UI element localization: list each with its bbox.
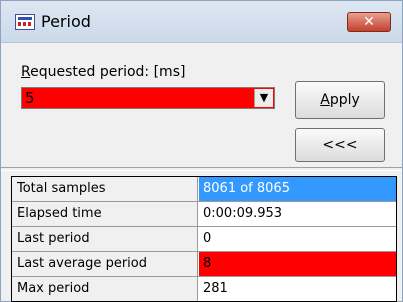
stat-value[interactable]: 8061 of 8065 [199,177,396,201]
apply-button[interactable]: Apply [295,81,385,119]
chevron-down-icon[interactable]: ▼ [254,89,273,107]
stat-label: Elapsed time [12,202,198,226]
separator [1,167,402,171]
period-dialog: Period ✕ Requested period: [ms] 5 ▼ Appl… [0,0,403,302]
requested-period-label-rest: equested period: [ms] [30,64,186,80]
stat-label: Last average period [12,252,198,276]
requested-period-label-mnemonic: R [21,64,31,80]
stats-row-last-average-period[interactable]: Last average period 8 [12,252,396,277]
stat-value[interactable]: 0:00:09.953 [199,202,396,226]
stats-grid: Total samples 8061 of 8065 Elapsed time … [11,176,397,302]
stat-value[interactable]: 0 [199,227,396,251]
apply-label-rest: pply [329,92,360,108]
stats-row-total-samples[interactable]: Total samples 8061 of 8065 [12,177,396,202]
stat-value[interactable]: 281 [199,277,396,301]
stats-row-max-period[interactable]: Max period 281 [12,277,396,301]
stat-label: Last period [12,227,198,251]
window-title: Period [41,12,91,31]
close-button[interactable]: ✕ [347,12,391,32]
stats-row-last-period[interactable]: Last period 0 [12,227,396,252]
apply-mnemonic: A [320,92,330,108]
requested-period-combobox[interactable]: 5 ▼ [21,87,275,109]
requested-period-label: Requested period: [ms] [21,64,185,80]
stats-row-elapsed-time[interactable]: Elapsed time 0:00:09.953 [12,202,396,227]
stat-label: Max period [12,277,198,301]
stat-label: Total samples [12,177,198,201]
app-icon [15,14,35,30]
stat-value[interactable]: 8 [199,252,396,276]
collapse-button[interactable]: <<< [295,128,385,162]
title-bar: Period ✕ [1,1,402,43]
requested-period-value: 5 [25,89,35,107]
